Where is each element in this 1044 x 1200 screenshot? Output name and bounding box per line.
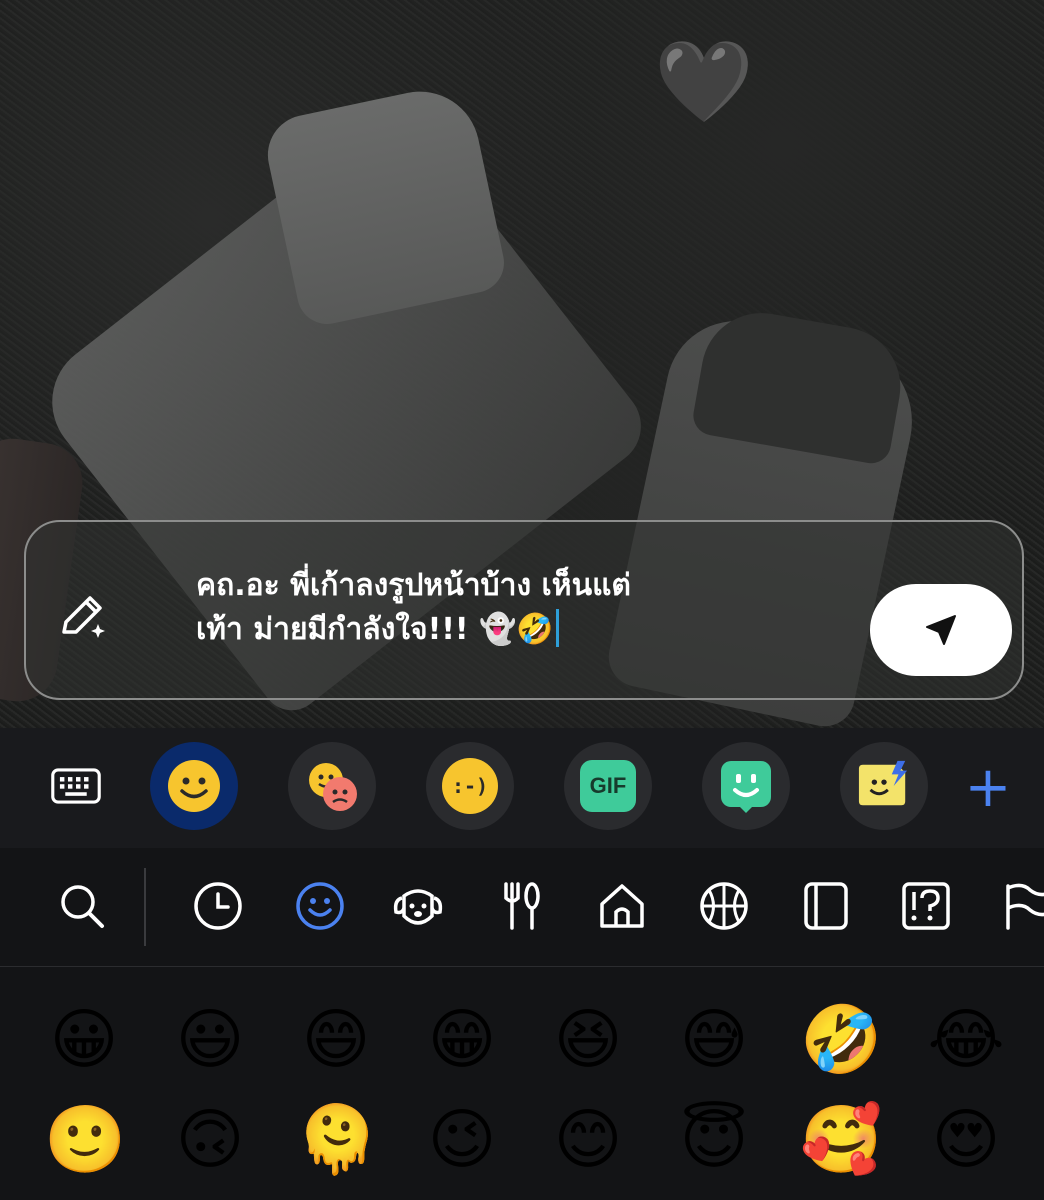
add-tab-button[interactable]: +	[960, 760, 1016, 816]
left-sock-top	[260, 80, 510, 330]
keyboard-button[interactable]	[32, 742, 120, 830]
activity-icon[interactable]	[694, 876, 754, 936]
send-icon	[926, 615, 956, 645]
emoji-joy[interactable]: 😂	[926, 1000, 1006, 1080]
mojitok-tab[interactable]	[840, 742, 928, 830]
emoji-melting[interactable]: 🫠	[296, 1100, 378, 1180]
emoji-sweat-smile[interactable]: 😅	[674, 1000, 754, 1080]
emoji-innocent[interactable]: 😇	[674, 1100, 754, 1180]
emoticon-tab[interactable]: :-)	[426, 742, 514, 830]
objects-icon[interactable]	[796, 876, 856, 936]
ai-write-icon[interactable]	[56, 588, 110, 642]
text-cursor	[555, 609, 559, 647]
emoji-heart-eyes[interactable]: 😍	[926, 1100, 1006, 1180]
category-divider	[144, 868, 146, 946]
emoji-grid: 😀 😃 😄 😁 😆 😅 🤣 😂 🙂 🙃 🫠 😉 😊 😇 🥰 😍	[0, 980, 1044, 1200]
gif-tab[interactable]: GIF	[564, 742, 652, 830]
keyboard-icon	[51, 768, 101, 804]
emoji-upside-down[interactable]: 🙃	[170, 1100, 250, 1180]
emoji-smiling-hearts[interactable]: 🥰	[800, 1100, 882, 1180]
message-line-1: คถ.อะ พี่เก้าลงรูปหน้าบ้าง เห็นแต่	[196, 568, 631, 603]
emoji-tab[interactable]	[150, 742, 238, 830]
food-icon[interactable]	[490, 876, 550, 936]
emoji-grinning[interactable]: 😀	[44, 1000, 124, 1080]
flags-icon[interactable]	[998, 876, 1044, 936]
symbols-icon[interactable]	[896, 876, 956, 936]
smiley-icon	[168, 760, 220, 812]
emoji-laughing[interactable]: 😆	[548, 1000, 628, 1080]
sticker-tab[interactable]	[288, 742, 376, 830]
gif-label: GIF	[580, 760, 636, 812]
emoji-slight-smile[interactable]: 🙂	[44, 1100, 126, 1180]
heart-sticker: 🖤	[654, 35, 754, 128]
emoji-wink[interactable]: 😉	[422, 1100, 502, 1180]
emoji-blush[interactable]: 😊	[548, 1100, 628, 1180]
bitmoji-tab[interactable]	[702, 742, 790, 830]
sticker-faces-icon	[309, 763, 357, 811]
travel-icon[interactable]	[592, 876, 652, 936]
bitmoji-icon	[721, 761, 771, 813]
emoji-grin[interactable]: 😁	[422, 1000, 502, 1080]
emoji-smiley[interactable]: 😃	[170, 1000, 250, 1080]
message-text[interactable]: คถ.อะ พี่เก้าลงรูปหน้าบ้าง เห็นแต่ เท้า …	[196, 564, 846, 652]
smileys-icon[interactable]	[290, 876, 350, 936]
recent-icon[interactable]	[188, 876, 248, 936]
emoticon-label: :-)	[442, 758, 498, 814]
emoji-rofl[interactable]: 🤣	[800, 1000, 882, 1080]
animals-icon[interactable]	[388, 876, 448, 936]
message-line-2: เท้า ม่ายมีกำลังใจ!!! 👻🤣	[196, 612, 554, 647]
mojitok-icon	[858, 760, 908, 806]
emoji-smile[interactable]: 😄	[296, 1000, 376, 1080]
send-button[interactable]	[870, 584, 1012, 676]
search-icon[interactable]	[52, 876, 112, 936]
